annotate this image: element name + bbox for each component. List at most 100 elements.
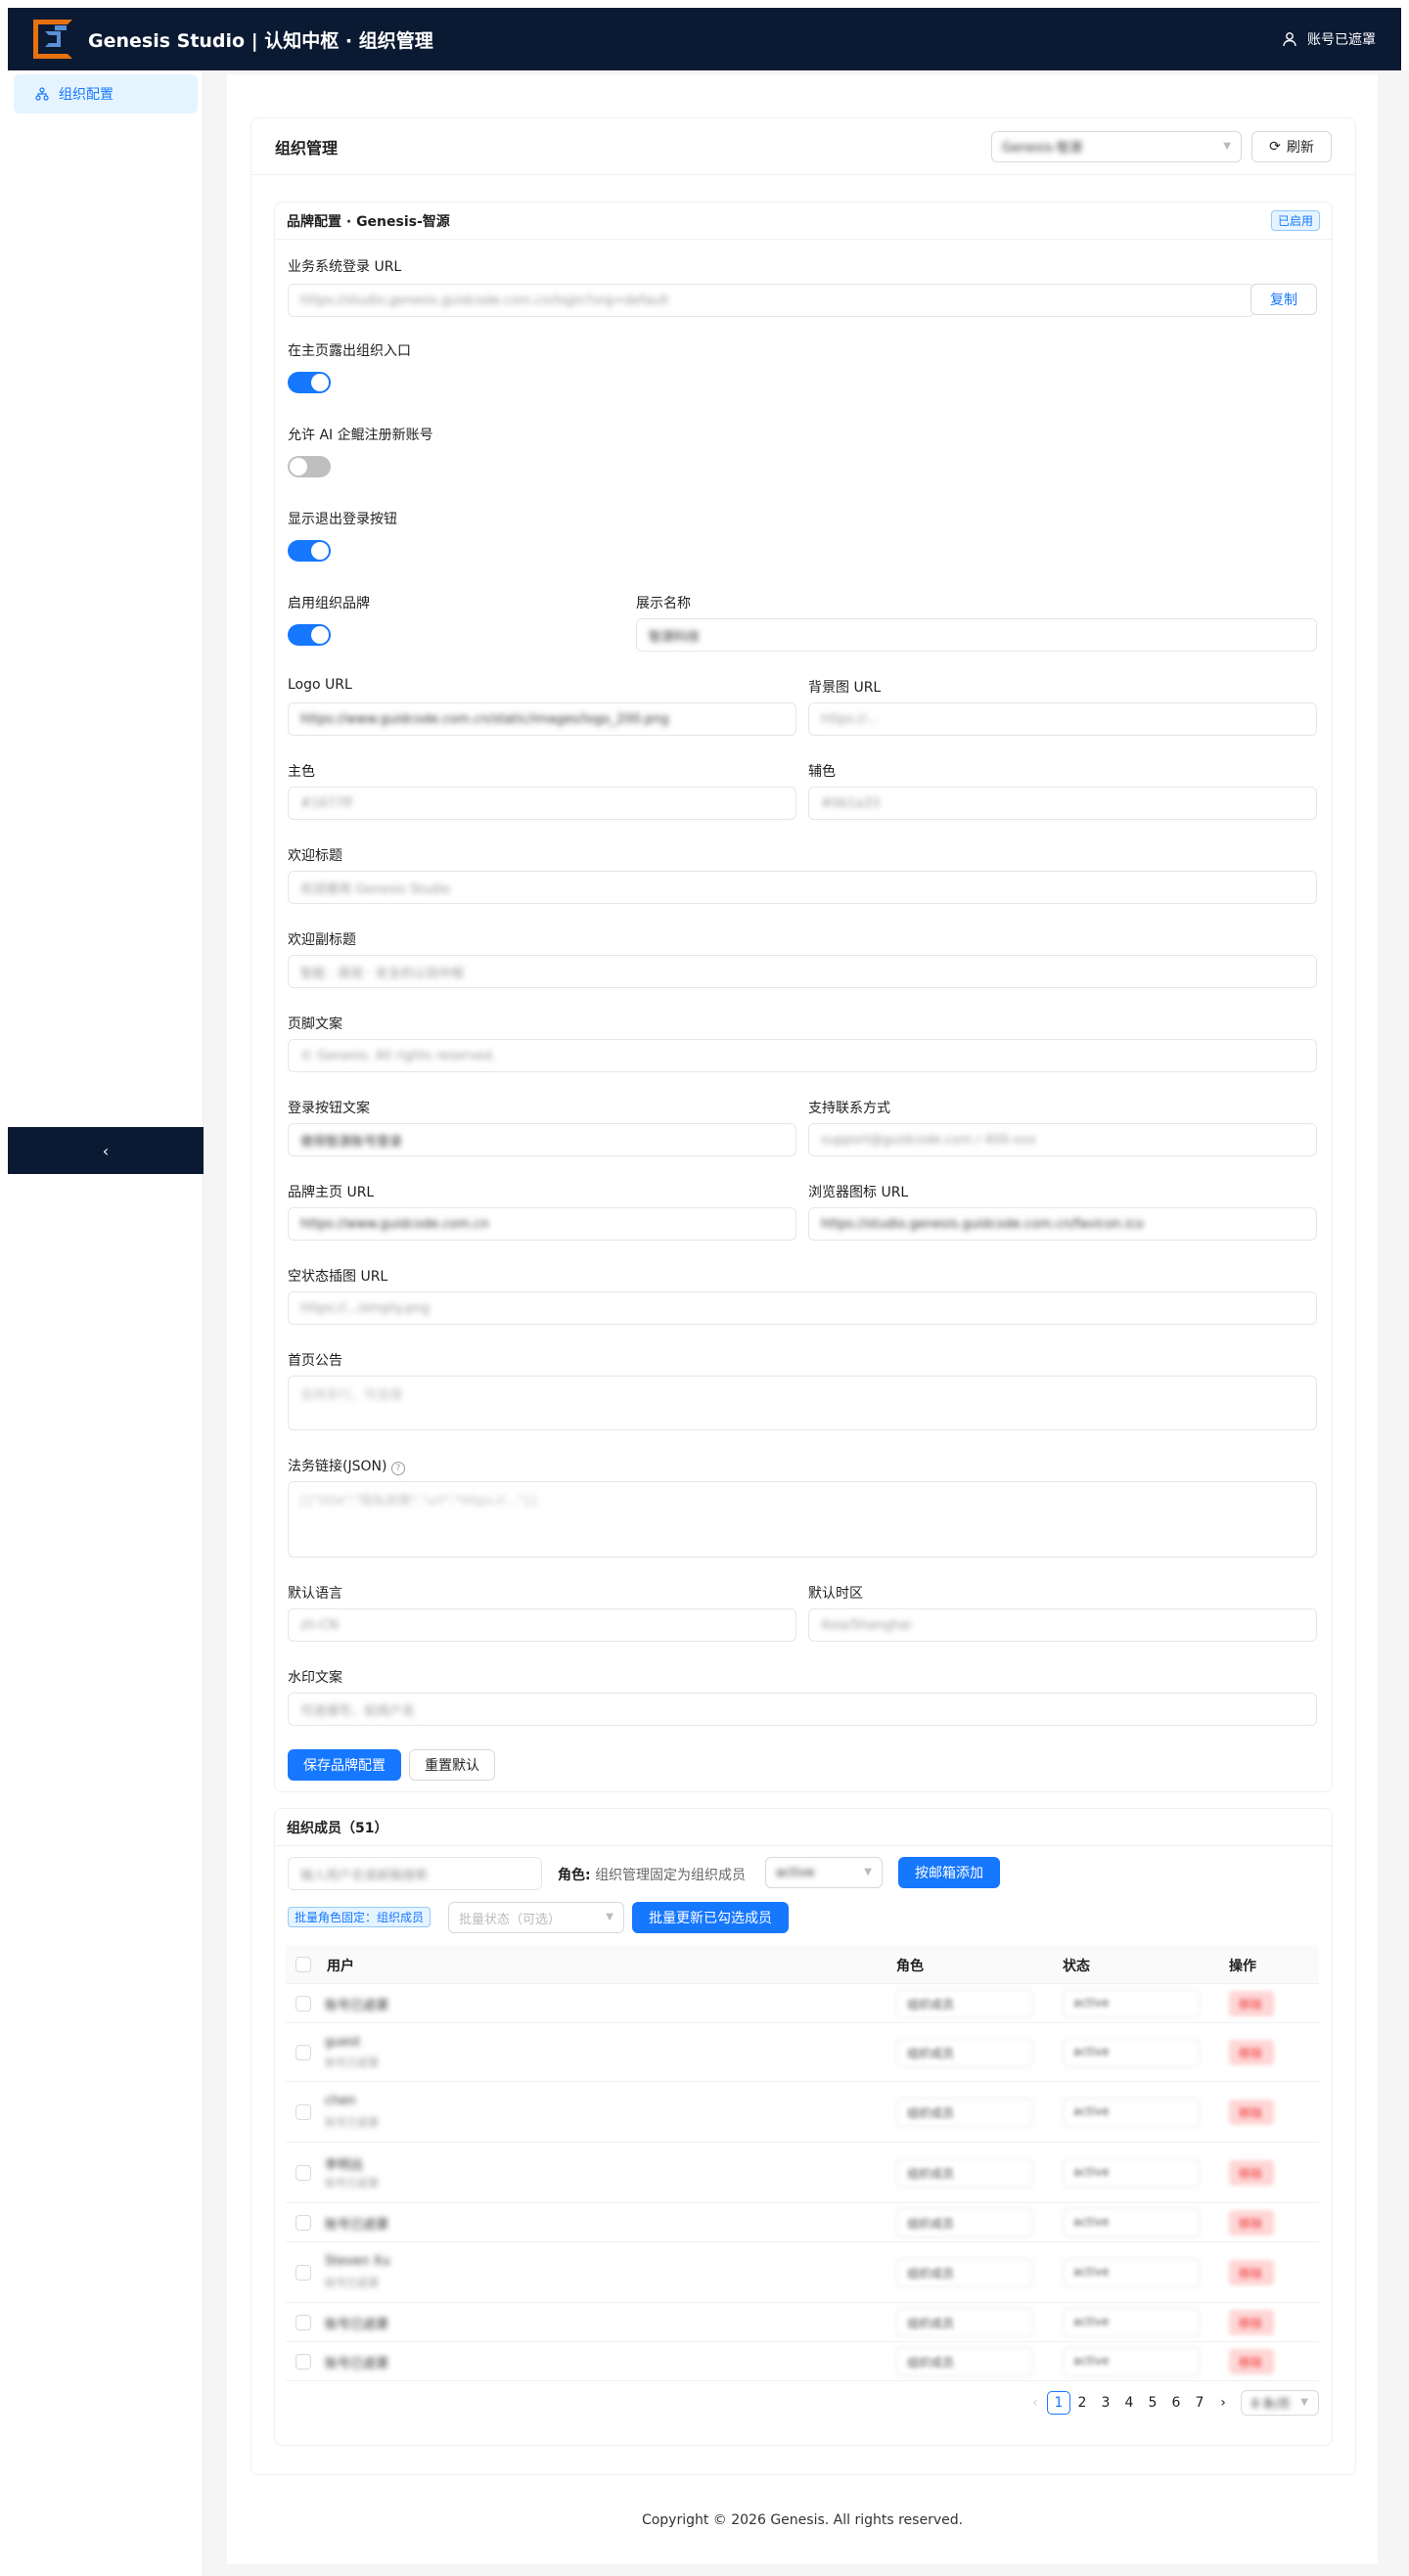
default-timezone-field[interactable]: Asia/Shanghai xyxy=(808,1608,1317,1642)
row-checkbox[interactable] xyxy=(295,2104,311,2120)
role-value: 组织成员 xyxy=(907,2167,955,2181)
remove-button[interactable]: 移除 xyxy=(1229,2040,1274,2065)
row-checkbox[interactable] xyxy=(295,2265,311,2281)
support-contact-field[interactable]: support@guidcode.com / 400-xxx xyxy=(808,1123,1317,1156)
member-search-input[interactable]: 输入用户名或邮箱搜索 xyxy=(288,1857,542,1890)
secondary-color-field[interactable]: #0b1a33 xyxy=(808,787,1317,820)
org-select-value: Genesis-智源 xyxy=(1002,141,1083,156)
role-select[interactable]: 组织成员 xyxy=(896,2098,1033,2127)
welcome-subtitle-field[interactable]: 智能 · 高效 · 安全的认知中枢 xyxy=(288,955,1317,988)
save-brand-button[interactable]: 保存品牌配置 xyxy=(288,1749,401,1781)
page-6[interactable]: 6 xyxy=(1164,2391,1188,2415)
default-language-field[interactable]: zh-CN xyxy=(288,1608,796,1642)
login-button-text-field[interactable]: 使用智源账号登录 xyxy=(288,1123,796,1156)
status-select[interactable]: active xyxy=(1063,2038,1200,2067)
legal-links-placeholder: [{"title":"隐私政策","url":"https://..."}] xyxy=(300,1494,537,1509)
reset-default-button[interactable]: 重置默认 xyxy=(409,1749,495,1781)
role-select[interactable]: 组织成员 xyxy=(896,2208,1033,2237)
copy-button[interactable]: 复制 xyxy=(1250,284,1317,315)
status-select[interactable]: active xyxy=(1063,2258,1200,2287)
refresh-button[interactable]: ⟳ 刷新 xyxy=(1251,130,1332,162)
sidebar-collapse-button[interactable]: ‹ xyxy=(8,1127,204,1174)
remove-label: 移除 xyxy=(1239,2047,1263,2060)
remove-button[interactable]: 移除 xyxy=(1229,2260,1274,2285)
watermark-label: 水印文案 xyxy=(288,1670,342,1686)
members-header: 组织成员（51） xyxy=(275,1809,1332,1846)
row-checkbox[interactable] xyxy=(295,2045,311,2060)
enable-brand-switch[interactable] xyxy=(288,624,331,646)
role-select[interactable]: 组织成员 xyxy=(896,2038,1033,2067)
secondary-color-label: 辅色 xyxy=(808,764,836,780)
page-2[interactable]: 2 xyxy=(1070,2391,1094,2415)
row-checkbox[interactable] xyxy=(295,2165,311,2181)
home-url-field[interactable]: https://www.guidcode.com.cn xyxy=(288,1207,796,1241)
member-status-select[interactable]: active ▼ xyxy=(765,1857,883,1888)
user-menu[interactable]: 账号已遮罩 xyxy=(1282,29,1376,49)
org-select[interactable]: Genesis-智源 ▼ xyxy=(991,130,1242,162)
user-icon xyxy=(1283,32,1296,47)
favicon-url-field[interactable]: https://studio.genesis.guidcode.com.cn/f… xyxy=(808,1207,1317,1241)
role-select[interactable]: 组织成员 xyxy=(896,2347,1033,2376)
remove-label: 移除 xyxy=(1239,2106,1263,2120)
bg-url-field[interactable]: https://... xyxy=(808,702,1317,736)
welcome-title-field[interactable]: 欢迎使用 Genesis Studio xyxy=(288,871,1317,904)
page-size-select[interactable]: 8 条/页 ▼ xyxy=(1241,2390,1319,2416)
column-role: 角色 xyxy=(896,1959,924,1974)
remove-button[interactable]: 移除 xyxy=(1229,2349,1274,2374)
display-name-field[interactable]: 智源科技 xyxy=(636,618,1317,652)
status-select[interactable]: active xyxy=(1063,1989,1200,2018)
row-checkbox[interactable] xyxy=(295,1996,311,2011)
batch-status-select[interactable]: 批量状态（可选） ▼ xyxy=(448,1902,624,1933)
page-7[interactable]: 7 xyxy=(1188,2391,1211,2415)
batch-update-button[interactable]: 批量更新已勾选成员 xyxy=(632,1902,789,1933)
role-select[interactable]: 组织成员 xyxy=(896,2308,1033,2337)
row-checkbox[interactable] xyxy=(295,2315,311,2330)
remove-label: 移除 xyxy=(1239,2356,1263,2370)
allow-register-switch[interactable] xyxy=(288,456,331,477)
page-1[interactable]: 1 xyxy=(1047,2391,1070,2415)
prev-page-icon[interactable]: ‹ xyxy=(1023,2391,1047,2415)
add-by-email-button[interactable]: 按邮箱添加 xyxy=(898,1857,1000,1888)
status-value: active xyxy=(1073,2165,1110,2179)
login-url-field[interactable]: https://studio.genesis.guidcode.com.cn/l… xyxy=(288,284,1254,317)
empty-image-url-label: 空状态插图 URL xyxy=(288,1269,388,1285)
role-select[interactable]: 组织成员 xyxy=(896,1989,1033,2018)
status-select[interactable]: active xyxy=(1063,2347,1200,2376)
status-select[interactable]: active xyxy=(1063,2098,1200,2127)
status-select[interactable]: active xyxy=(1063,2308,1200,2337)
select-all-checkbox[interactable] xyxy=(295,1957,311,1972)
legal-links-textarea[interactable]: [{"title":"隐私政策","url":"https://..."}] xyxy=(288,1481,1317,1558)
welcome-subtitle-label: 欢迎副标题 xyxy=(288,932,356,948)
footer-text-field[interactable]: © Genesis. All rights reserved. xyxy=(288,1039,1317,1072)
empty-image-url-field[interactable]: https://.../empty.png xyxy=(288,1291,1317,1325)
role-select[interactable]: 组织成员 xyxy=(896,2158,1033,2188)
sidebar-item-org-config[interactable]: 组织配置 xyxy=(14,74,198,113)
notice-textarea[interactable]: 支持多行，可选填 xyxy=(288,1376,1317,1430)
page-4[interactable]: 4 xyxy=(1117,2391,1141,2415)
role-select[interactable]: 组织成员 xyxy=(896,2258,1033,2287)
remove-button[interactable]: 移除 xyxy=(1229,1991,1274,2016)
watermark-field[interactable]: 可选填写，如用户名 xyxy=(288,1693,1317,1726)
role-hint: 组织管理固定为组织成员 xyxy=(595,1868,747,1883)
next-page-icon[interactable]: › xyxy=(1211,2391,1235,2415)
member-email: 账号已遮罩 xyxy=(325,2177,379,2190)
app-title: Genesis Studio | 认知中枢 · 组织管理 xyxy=(88,29,433,52)
pagination: ‹ 1 2 3 4 5 6 7 › 8 条/页 ▼ xyxy=(1023,2390,1319,2416)
remove-button[interactable]: 移除 xyxy=(1229,2160,1274,2186)
primary-color-field[interactable]: #1677ff xyxy=(288,787,796,820)
status-select[interactable]: active xyxy=(1063,2208,1200,2237)
row-checkbox[interactable] xyxy=(295,2215,311,2231)
show-logout-switch[interactable] xyxy=(288,540,331,562)
show-org-entry-switch[interactable] xyxy=(288,372,331,393)
chevron-down-icon: ▼ xyxy=(864,1867,872,1877)
primary-color-placeholder: #1677ff xyxy=(300,795,352,811)
logo-url-field[interactable]: https://www.guidcode.com.cn/static/image… xyxy=(288,702,796,736)
page-3[interactable]: 3 xyxy=(1094,2391,1117,2415)
remove-button[interactable]: 移除 xyxy=(1229,2210,1274,2236)
status-select[interactable]: active xyxy=(1063,2158,1200,2188)
row-checkbox[interactable] xyxy=(295,2354,311,2370)
page-5[interactable]: 5 xyxy=(1141,2391,1164,2415)
remove-button[interactable]: 移除 xyxy=(1229,2100,1274,2125)
remove-button[interactable]: 移除 xyxy=(1229,2310,1274,2335)
help-circle-icon[interactable]: ? xyxy=(390,1462,405,1475)
